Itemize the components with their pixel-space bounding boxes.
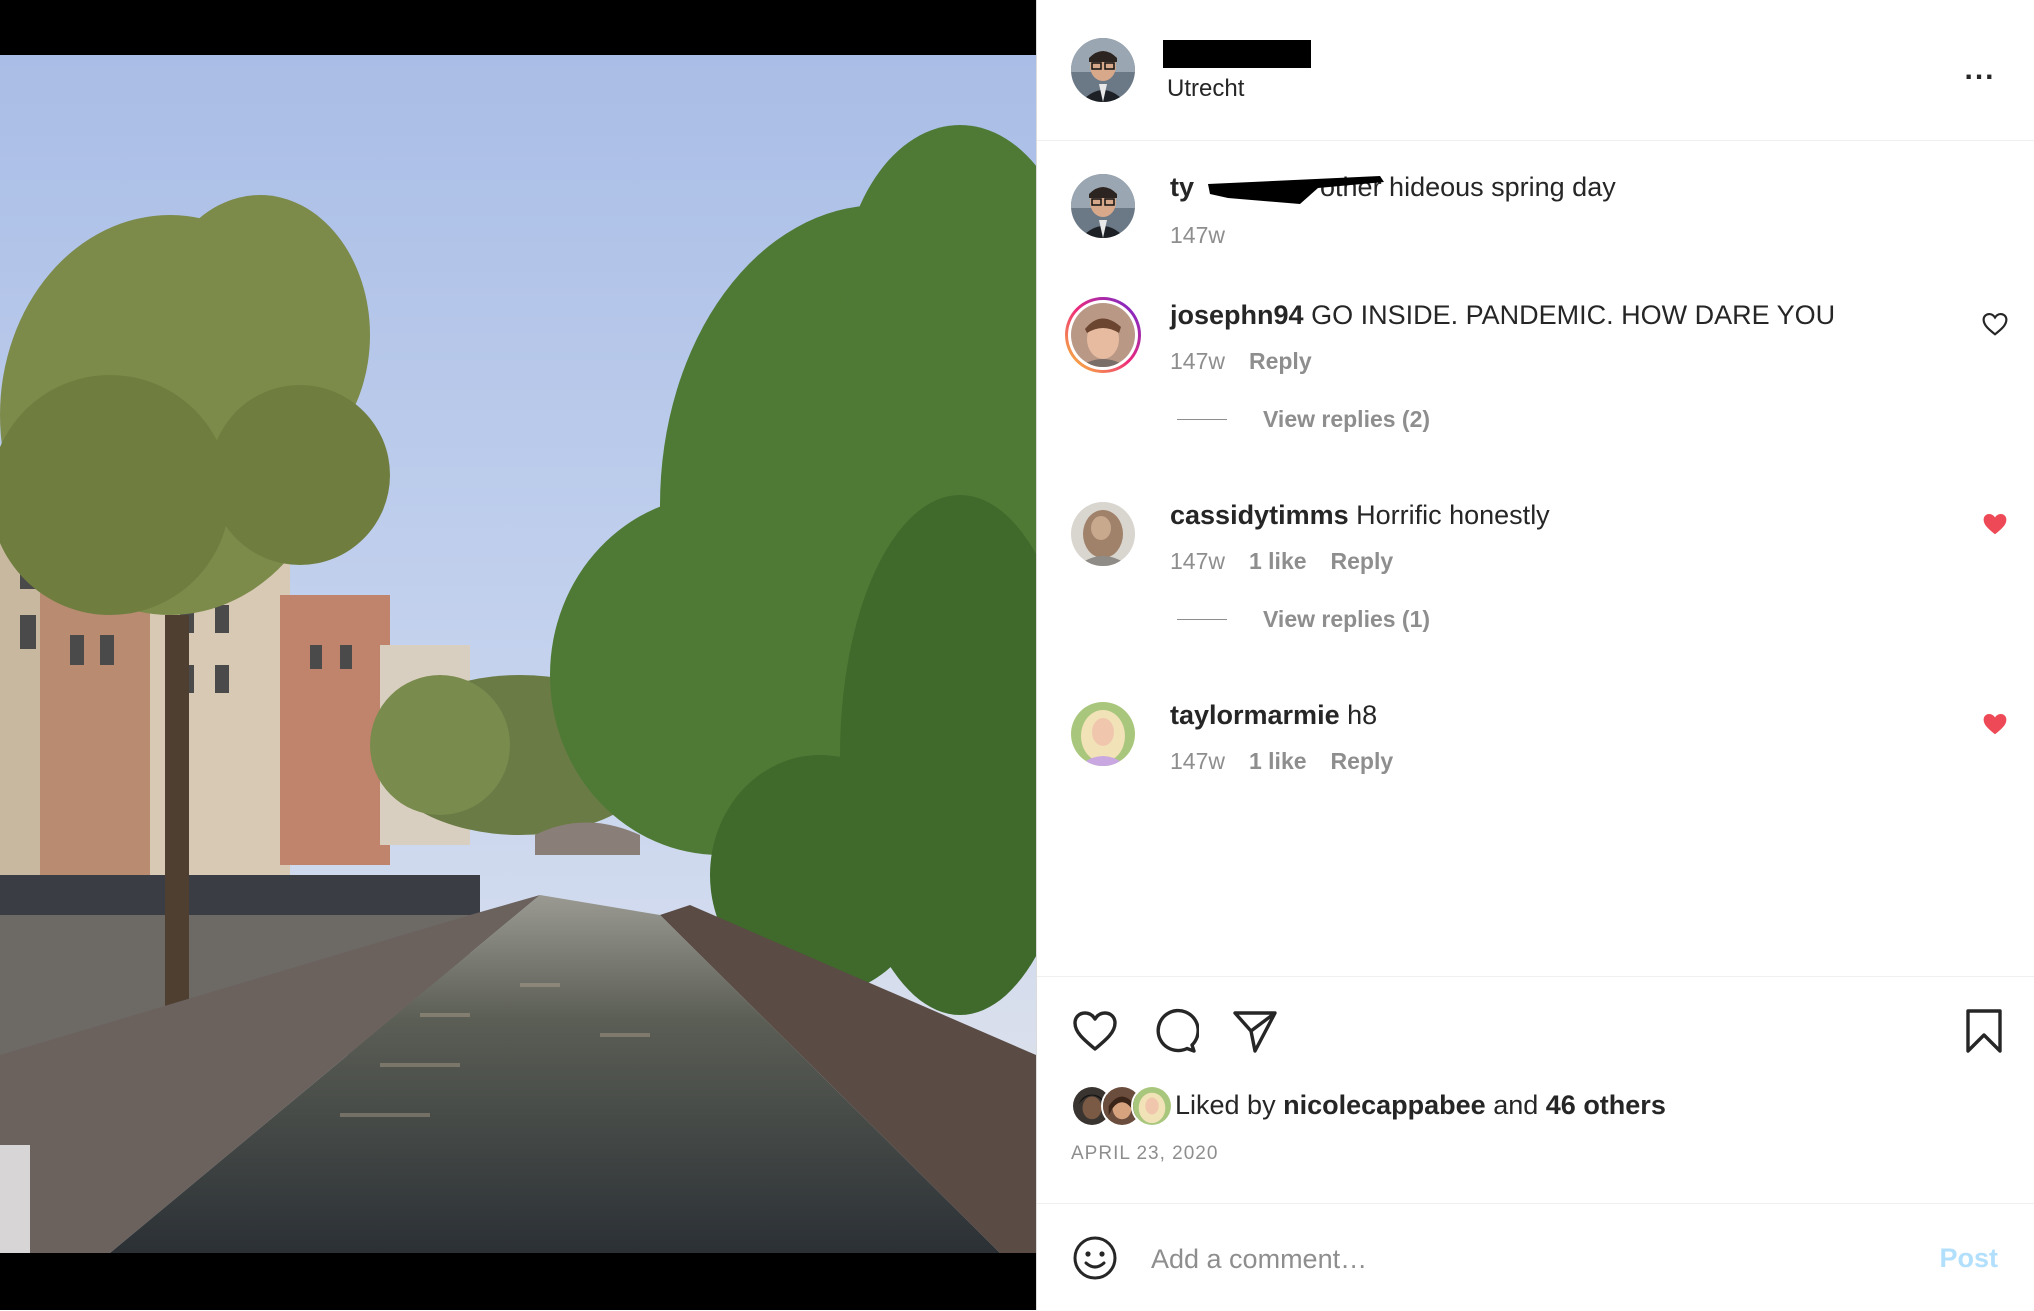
post-actions: Liked by nicolecappabee and 46 others AP…	[1037, 976, 2034, 1207]
caption-username[interactable]: ty	[1170, 172, 1194, 202]
comment-age[interactable]: 147w	[1170, 348, 1225, 375]
add-comment-input[interactable]	[1149, 1234, 1853, 1284]
caption-redaction-mark	[1208, 176, 1384, 204]
redacted-username	[1163, 40, 1311, 68]
liked-by-prefix: Liked by	[1175, 1089, 1276, 1120]
post-location[interactable]: Utrecht	[1167, 75, 1244, 103]
liked-by-text: Liked by nicolecappabee and 46 others	[1175, 1090, 1666, 1121]
comment-liked-heart-icon[interactable]	[1982, 512, 2008, 536]
share-paper-plane-icon[interactable]	[1231, 1007, 1279, 1055]
comment-text: josephn94 GO INSIDE. PANDEMIC. HOW DARE …	[1170, 298, 1954, 332]
post-header: Utrecht ...	[1037, 0, 2034, 141]
reply-button[interactable]: Reply	[1331, 548, 1394, 575]
replies-divider-line	[1177, 419, 1227, 420]
comment-text: taylormarmie h8	[1170, 698, 1954, 732]
comment-icon[interactable]	[1151, 1007, 1199, 1055]
comment-username[interactable]: taylormarmie	[1170, 700, 1340, 730]
comment-likes-count[interactable]: 1 like	[1249, 548, 1307, 575]
reply-button[interactable]: Reply	[1249, 348, 1312, 375]
liked-by-summary: Liked by nicolecappabee and 46 others	[1071, 1083, 1666, 1127]
comment-text: cassidytimms Horrific honestly	[1170, 498, 1954, 532]
liker-avatar[interactable]	[1131, 1085, 1173, 1127]
post-detail-panel: Utrecht ... tyother hideous spring day	[1036, 0, 2034, 1310]
liked-by-others[interactable]: 46 others	[1546, 1090, 1666, 1120]
emoji-smiley-icon[interactable]	[1071, 1234, 1119, 1282]
liked-by-user[interactable]: nicolecappabee	[1283, 1090, 1486, 1120]
post-date[interactable]: APRIL 23, 2020	[1071, 1143, 1218, 1165]
more-options-icon[interactable]: ...	[1960, 52, 2000, 88]
comment-age[interactable]: 147w	[1170, 748, 1225, 775]
save-bookmark-icon[interactable]	[1960, 1007, 2008, 1055]
caption-meta: 147w	[1170, 222, 1225, 249]
comment-body: h8	[1347, 700, 1378, 730]
comments-list: ty other hideous spring day 147w josephn…	[1037, 140, 2034, 975]
comment-likes-count[interactable]: 1 like	[1249, 748, 1307, 775]
post-photo[interactable]	[0, 55, 1036, 1253]
comment-username[interactable]: cassidytimms	[1170, 500, 1349, 530]
view-replies-label: View replies (2)	[1263, 406, 1431, 432]
comment-composer: Post	[1037, 1203, 2034, 1311]
canal-photo-image	[0, 55, 1036, 1253]
view-replies-label: View replies (1)	[1263, 606, 1431, 632]
comment-body: GO INSIDE. PANDEMIC. HOW DARE YOU	[1311, 300, 1836, 330]
comment-age[interactable]: 147w	[1170, 548, 1225, 575]
comment-body: Horrific honestly	[1356, 500, 1550, 530]
liked-by-joiner: and	[1493, 1089, 1539, 1120]
commenter-avatar-story-ring[interactable]	[1065, 297, 1141, 373]
author-avatar[interactable]	[1071, 174, 1135, 238]
view-replies-button[interactable]: View replies (2)	[1177, 406, 1430, 433]
reply-button[interactable]: Reply	[1331, 748, 1394, 775]
comment-username[interactable]: josephn94	[1170, 300, 1304, 330]
liker-avatars	[1071, 1085, 1175, 1127]
comment-meta: 147w 1 like Reply	[1170, 548, 1393, 575]
like-heart-icon[interactable]	[1071, 1007, 1119, 1055]
commenter-avatar[interactable]	[1071, 702, 1135, 766]
comment-meta: 147w Reply	[1170, 348, 1312, 375]
comment-liked-heart-icon[interactable]	[1982, 712, 2008, 736]
caption-age[interactable]: 147w	[1170, 222, 1225, 249]
comment-meta: 147w 1 like Reply	[1170, 748, 1393, 775]
replies-divider-line	[1177, 619, 1227, 620]
post-media	[0, 0, 1036, 1310]
post-comment-button[interactable]: Post	[1933, 1242, 2004, 1275]
commenter-avatar[interactable]	[1071, 502, 1135, 566]
comment-like-heart-icon[interactable]	[1982, 312, 2008, 336]
view-replies-button[interactable]: View replies (1)	[1177, 606, 1430, 633]
author-avatar[interactable]	[1071, 38, 1135, 102]
